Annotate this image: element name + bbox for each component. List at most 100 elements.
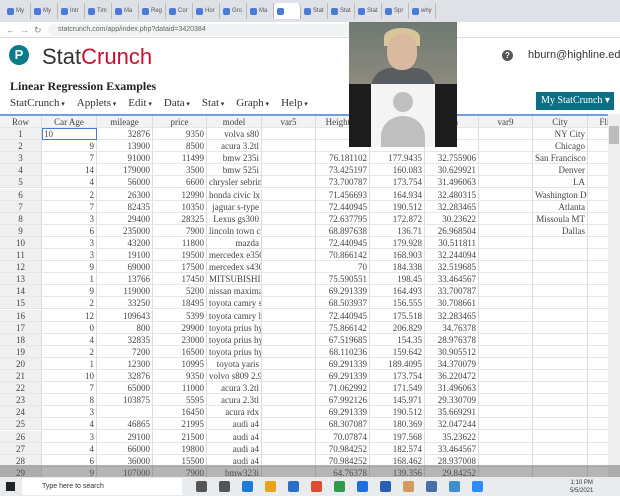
cell[interactable]: 18495	[153, 297, 207, 310]
cell[interactable]	[588, 261, 608, 274]
cell[interactable]: 21500	[153, 430, 207, 443]
cell[interactable]: 800	[97, 321, 153, 334]
row-number[interactable]: 17	[0, 321, 42, 334]
cell[interactable]: 34.370079	[425, 357, 479, 370]
menu-data[interactable]: Data	[164, 97, 190, 109]
cell[interactable]: 136.71	[370, 224, 425, 237]
cell[interactable]: 32876	[97, 128, 153, 140]
forward-icon[interactable]: →	[20, 25, 29, 35]
cell[interactable]	[262, 309, 316, 322]
cell[interactable]	[479, 164, 533, 177]
cell[interactable]	[588, 140, 608, 153]
cell[interactable]: 13766	[97, 273, 153, 286]
cell[interactable]: 8500	[153, 140, 207, 153]
cell[interactable]: 67.992126	[316, 394, 370, 407]
cell[interactable]: 1	[42, 357, 97, 370]
cell[interactable]: 71.456693	[316, 188, 370, 201]
cell[interactable]	[533, 418, 588, 431]
reload-icon[interactable]: ↻	[34, 25, 42, 36]
cell[interactable]: 2	[42, 345, 97, 358]
cell[interactable]: 17450	[153, 273, 207, 286]
cell[interactable]	[262, 345, 316, 358]
cell[interactable]: 5200	[153, 285, 207, 298]
taskbar-app-icon[interactable]	[334, 481, 345, 492]
cell[interactable]: 2	[42, 188, 97, 201]
taskbar-app-icon[interactable]	[426, 481, 437, 492]
cell[interactable]: toyota camry se	[207, 297, 262, 310]
cell[interactable]	[588, 443, 608, 455]
row-number[interactable]: 3	[0, 152, 42, 165]
cell[interactable]: 43200	[97, 236, 153, 249]
cell[interactable]: 6	[42, 224, 97, 237]
column-header[interactable]: Row	[0, 116, 42, 128]
row-number[interactable]: 24	[0, 406, 42, 419]
cell[interactable]: 56000	[97, 176, 153, 189]
cell[interactable]: 31.496063	[425, 176, 479, 189]
cell[interactable]: 32876	[97, 370, 153, 382]
cell[interactable]	[262, 442, 316, 455]
browser-tab[interactable]: Spr	[382, 3, 409, 19]
cell[interactable]: MITSUBISHI L	[207, 273, 262, 286]
cell[interactable]	[97, 406, 153, 419]
cell[interactable]	[479, 442, 533, 455]
browser-tab[interactable]: My	[4, 3, 31, 19]
cell[interactable]	[588, 249, 608, 261]
cell[interactable]: 4	[42, 418, 97, 431]
cell[interactable]	[588, 346, 608, 358]
cell[interactable]	[588, 189, 608, 201]
row-number[interactable]: 7	[0, 200, 42, 213]
column-header[interactable]: City	[533, 116, 588, 128]
column-header[interactable]: var9	[479, 116, 533, 128]
cell[interactable]: 32.283465	[425, 309, 479, 322]
cell[interactable]: jaguar s-type	[207, 200, 262, 213]
cell[interactable]: 72.440945	[316, 200, 370, 213]
cell[interactable]: 69.291339	[316, 285, 370, 298]
cell[interactable]	[479, 418, 533, 431]
cell[interactable]: mazda	[207, 236, 262, 249]
cell[interactable]: 29900	[153, 321, 207, 334]
cell[interactable]	[533, 406, 588, 419]
cell[interactable]: 3	[42, 249, 97, 261]
cell[interactable]: 182.574	[370, 442, 425, 455]
row-number[interactable]: 15	[0, 297, 42, 310]
cell[interactable]: 190.512	[370, 406, 425, 419]
cell[interactable]: 0	[42, 321, 97, 334]
cell[interactable]: 70.866142	[316, 249, 370, 261]
cell[interactable]: 36.220472	[425, 370, 479, 382]
cell[interactable]: 172.872	[370, 212, 425, 225]
cell[interactable]	[262, 297, 316, 310]
cell[interactable]	[479, 128, 533, 140]
cell[interactable]: 29.330709	[425, 394, 479, 407]
row-number[interactable]: 13	[0, 273, 42, 286]
cell[interactable]: 235000	[97, 224, 153, 237]
browser-tab[interactable]: Stat	[301, 3, 328, 19]
cell[interactable]: 198.45	[370, 273, 425, 286]
cell[interactable]: bmw 525i	[207, 164, 262, 177]
browser-tab[interactable]: My	[31, 3, 58, 19]
cell[interactable]: 70.07874	[316, 430, 370, 443]
browser-tab[interactable]: Ma	[112, 3, 139, 19]
cell[interactable]	[479, 285, 533, 298]
cell[interactable]	[533, 309, 588, 322]
row-number[interactable]: 20	[0, 357, 42, 370]
cell[interactable]: acura 3.2tl	[207, 382, 262, 395]
cell[interactable]: 5399	[153, 309, 207, 322]
cell[interactable]	[479, 140, 533, 153]
cell[interactable]: 189.4095	[370, 357, 425, 370]
cell[interactable]	[479, 430, 533, 443]
cell[interactable]: 4	[42, 442, 97, 455]
cell[interactable]: 10350	[153, 200, 207, 213]
cell[interactable]: 35.23622	[425, 430, 479, 443]
browser-tab[interactable]: Tim	[85, 3, 112, 19]
cell[interactable]	[262, 164, 316, 177]
cell[interactable]	[262, 261, 316, 274]
cell[interactable]	[533, 442, 588, 455]
cell[interactable]	[588, 152, 608, 165]
cell[interactable]	[588, 225, 608, 237]
cell[interactable]	[533, 249, 588, 261]
menu-statcrunch[interactable]: StatCrunch	[10, 97, 65, 109]
row-number[interactable]: 22	[0, 382, 42, 395]
cell[interactable]: 33.464567	[425, 442, 479, 455]
cell[interactable]	[262, 140, 316, 153]
browser-tab[interactable]: Reg	[139, 3, 166, 19]
